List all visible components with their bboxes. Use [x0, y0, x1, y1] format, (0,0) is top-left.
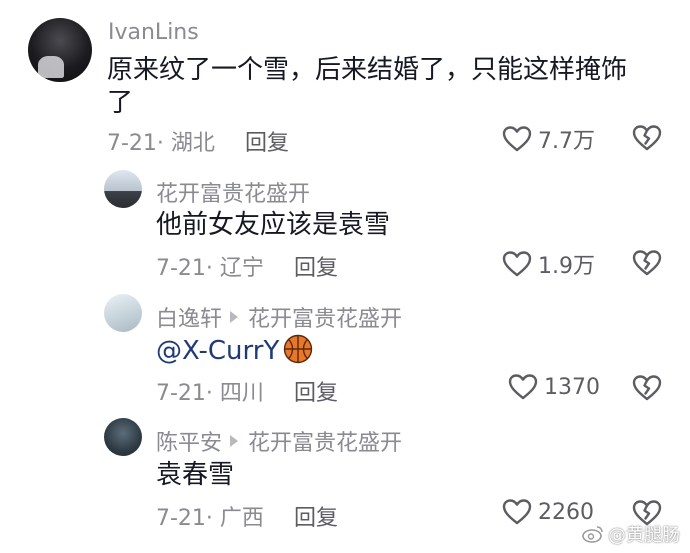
like-button[interactable]: 2260 [502, 498, 594, 526]
like-button[interactable]: 7.7万 [502, 123, 595, 155]
watermark-text: @黄腿肠 [608, 525, 680, 546]
like-button[interactable]: 1.9万 [502, 248, 595, 280]
comment-username[interactable]: 花开富贵花盛开 [156, 176, 310, 208]
avatar[interactable] [104, 418, 142, 456]
basketball-emoji-icon [284, 334, 313, 364]
comment-username[interactable]: 白逸轩 [156, 301, 222, 333]
comment-date-location: 7-21· 四川 [156, 381, 264, 406]
like-count: 1370 [544, 374, 600, 400]
avatar[interactable] [28, 18, 92, 82]
like-count: 7.7万 [538, 129, 595, 154]
like-button[interactable]: 1370 [508, 373, 600, 401]
broken-heart-icon[interactable] [632, 124, 662, 152]
reply-button[interactable]: 回复 [294, 250, 338, 282]
broken-heart-icon[interactable] [632, 249, 662, 277]
comment-date-location: 7-21· 广西 [156, 506, 264, 531]
triangle-right-icon [230, 311, 239, 323]
heart-outline-icon [508, 374, 538, 400]
heart-outline-icon [502, 499, 532, 525]
heart-outline-icon [502, 126, 532, 152]
comment-date-location: 7-21· 湖北 [107, 131, 215, 156]
comment-username[interactable]: IvanLins [108, 20, 199, 45]
comment-text: 原来纹了一个雪，后来结婚了，只能这样掩饰 [107, 55, 628, 85]
weibo-logo-icon [582, 526, 603, 543]
like-count: 1.9万 [538, 254, 595, 279]
triangle-right-icon [230, 435, 239, 447]
comment-text: 他前女友应该是袁雪 [156, 210, 391, 240]
comment-text: 袁春雪 [156, 460, 235, 490]
reply-button[interactable]: 回复 [294, 375, 338, 407]
reply-button[interactable]: 回复 [245, 125, 289, 157]
reply-target-username[interactable]: 花开富贵花盛开 [248, 425, 402, 457]
reply-header: 陈平安 花开富贵花盛开 [156, 425, 402, 457]
heart-outline-icon [502, 251, 532, 277]
avatar[interactable] [104, 294, 142, 332]
comment-username[interactable]: 陈平安 [156, 425, 222, 457]
avatar[interactable] [104, 170, 142, 208]
reply-target-username[interactable]: 花开富贵花盛开 [248, 301, 402, 333]
mention-link[interactable]: @X-CurrY [156, 336, 279, 366]
reply-header: 白逸轩 花开富贵花盛开 [156, 301, 402, 333]
broken-heart-icon[interactable] [632, 374, 662, 402]
comment-text: @X-CurrY [156, 332, 313, 370]
comment-text-continued: 了 [107, 88, 134, 118]
comment-date-location: 7-21· 辽宁 [156, 256, 264, 281]
watermark: @黄腿肠 [582, 521, 680, 547]
reply-button[interactable]: 回复 [294, 500, 338, 532]
